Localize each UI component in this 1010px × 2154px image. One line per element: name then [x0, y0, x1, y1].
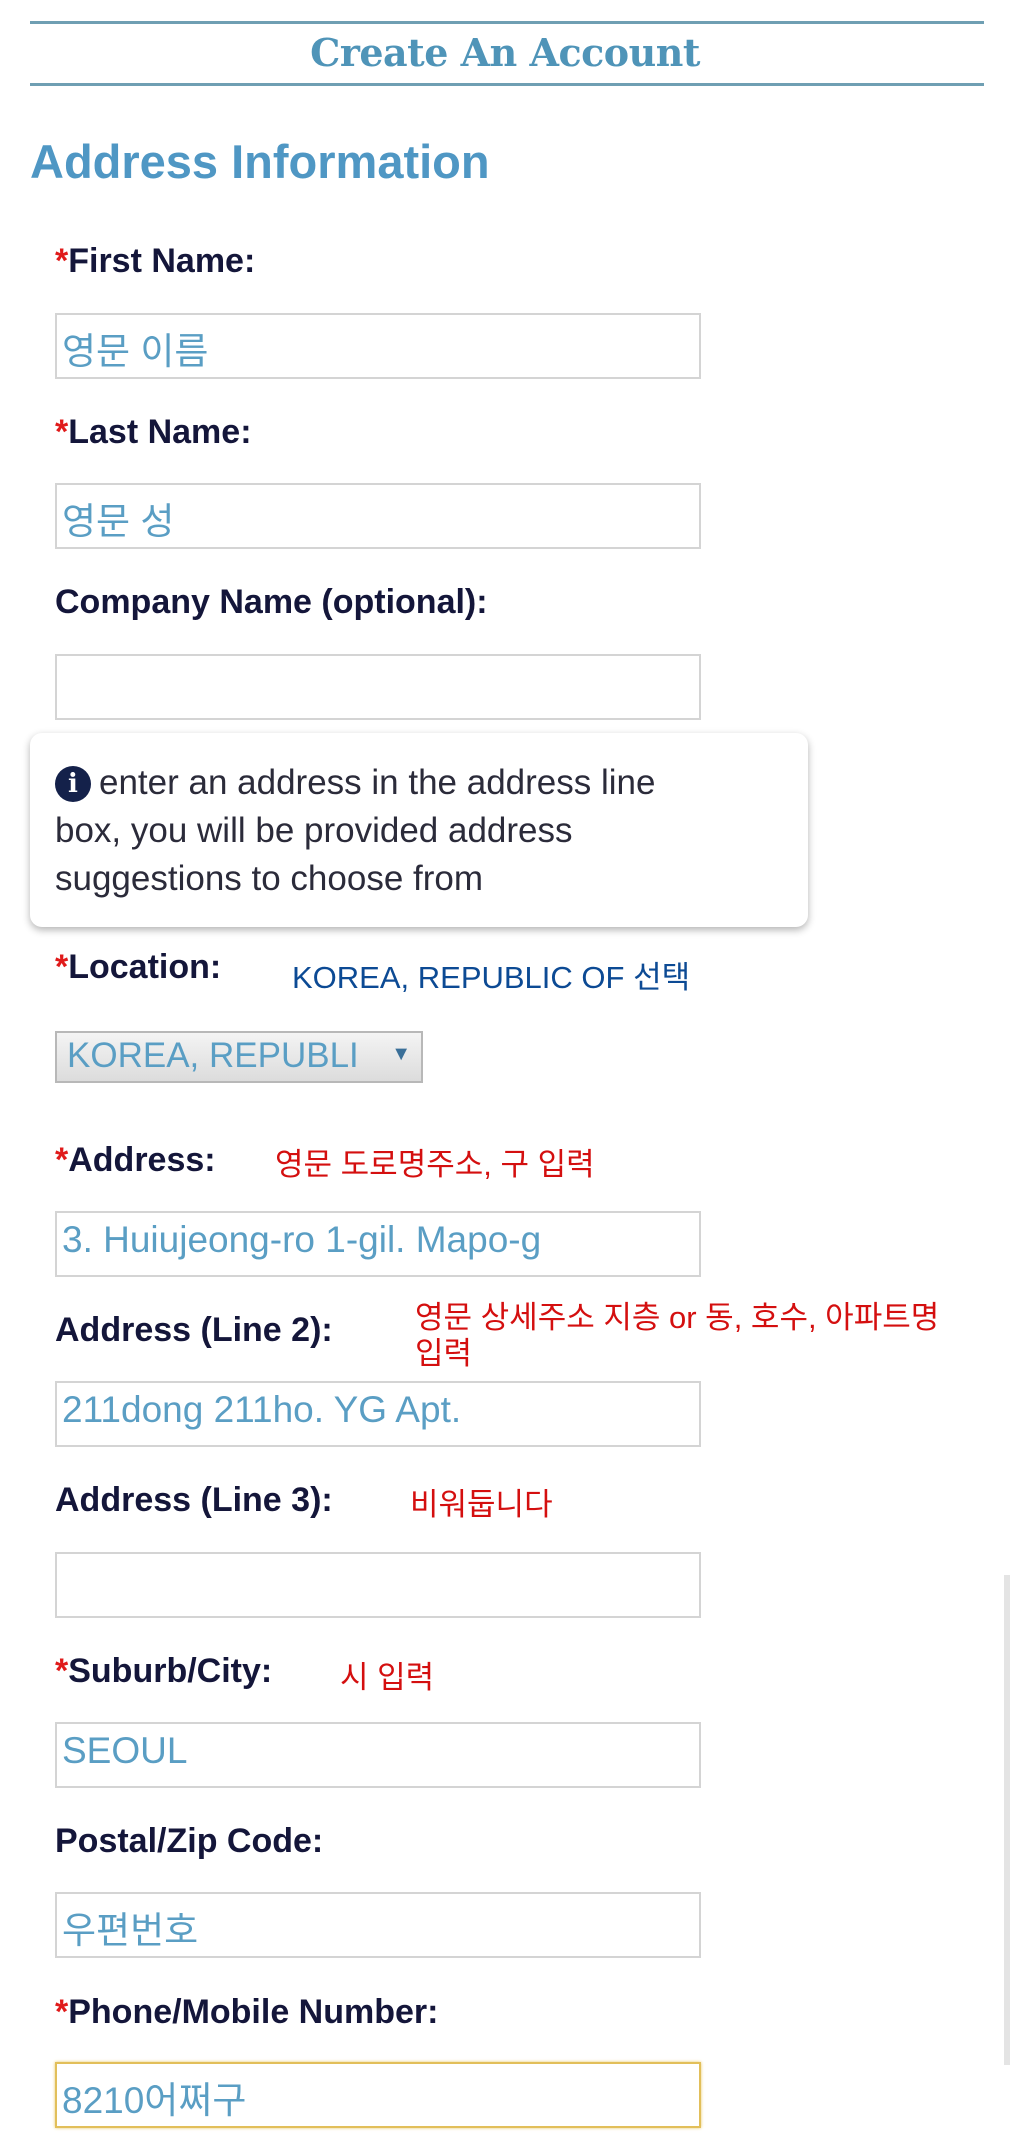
city-label-text: Suburb/City:: [68, 1652, 273, 1690]
address-line2-label: Address (Line 2):: [55, 1311, 333, 1349]
required-marker: *: [55, 1993, 69, 2031]
postal-code-input[interactable]: 우편번호: [55, 1892, 701, 1958]
header-bottom-rule: [30, 83, 984, 86]
location-annotation: KOREA, REPUBLIC OF 선택: [292, 960, 691, 995]
section-title: Address Information: [30, 135, 490, 188]
phone-label-text: Phone/Mobile Number:: [68, 1993, 439, 2031]
location-label-text: Location:: [68, 948, 222, 986]
required-marker: *: [55, 1141, 69, 1179]
address-line2-annotation-2: 입력: [415, 1336, 473, 1371]
last-name-label-text: Last Name:: [68, 413, 252, 451]
city-label: *Suburb/City:: [55, 1652, 272, 1691]
company-name-input[interactable]: [55, 654, 701, 720]
dropdown-arrow-icon: ▼: [391, 1043, 411, 1065]
header-top-rule: [30, 21, 984, 24]
location-label: *Location:: [55, 948, 221, 987]
first-name-input[interactable]: 영문 이름: [55, 313, 701, 379]
scrollbar[interactable]: [1004, 1575, 1010, 2065]
required-marker: *: [55, 242, 69, 280]
required-marker: *: [55, 413, 69, 451]
location-select[interactable]: KOREA, REPUBLI ▼: [55, 1031, 423, 1083]
address-line3-annotation: 비워둡니다: [410, 1487, 553, 1522]
address-line2-annotation-1: 영문 상세주소 지층 or 동, 호수, 아파트명: [415, 1300, 940, 1335]
first-name-label-text: First Name:: [68, 242, 256, 280]
location-selected-value: KOREA, REPUBLI: [67, 1036, 359, 1075]
address-line3-label: Address (Line 3):: [55, 1481, 333, 1519]
info-circle-icon: i: [55, 766, 91, 802]
address-annotation: 영문 도로명주소, 구 입력: [275, 1147, 595, 1182]
required-marker: *: [55, 1652, 69, 1690]
address-label: *Address:: [55, 1141, 216, 1180]
address-info-tooltip: i enter an address in the address line bo…: [30, 733, 808, 927]
required-marker: *: [55, 948, 69, 986]
address-line2-input[interactable]: 211dong 211ho. YG Apt.: [55, 1381, 701, 1447]
address-input[interactable]: 3. Huiujeong-ro 1-gil. Mapo-g: [55, 1211, 701, 1277]
last-name-label: *Last Name:: [55, 413, 252, 452]
info-line-3: suggestions to choose from: [55, 859, 484, 898]
postal-code-label: Postal/Zip Code:: [55, 1822, 324, 1860]
company-name-label: Company Name (optional):: [55, 583, 488, 621]
last-name-input[interactable]: 영문 성: [55, 483, 701, 549]
info-text-1: enter an address in the address line: [99, 763, 656, 802]
phone-label: *Phone/Mobile Number:: [55, 1993, 438, 2032]
address-line3-input[interactable]: [55, 1552, 701, 1618]
first-name-label: *First Name:: [55, 242, 255, 281]
info-line-1: i enter an address in the address line: [55, 759, 808, 807]
city-input[interactable]: SEOUL: [55, 1722, 701, 1788]
phone-input[interactable]: 8210어쩌구: [55, 2062, 701, 2128]
city-annotation: 시 입력: [340, 1660, 435, 1695]
info-line-2: box, you will be provided address: [55, 811, 573, 850]
address-label-text: Address:: [68, 1141, 216, 1179]
page-title: Create An Account: [310, 30, 700, 75]
